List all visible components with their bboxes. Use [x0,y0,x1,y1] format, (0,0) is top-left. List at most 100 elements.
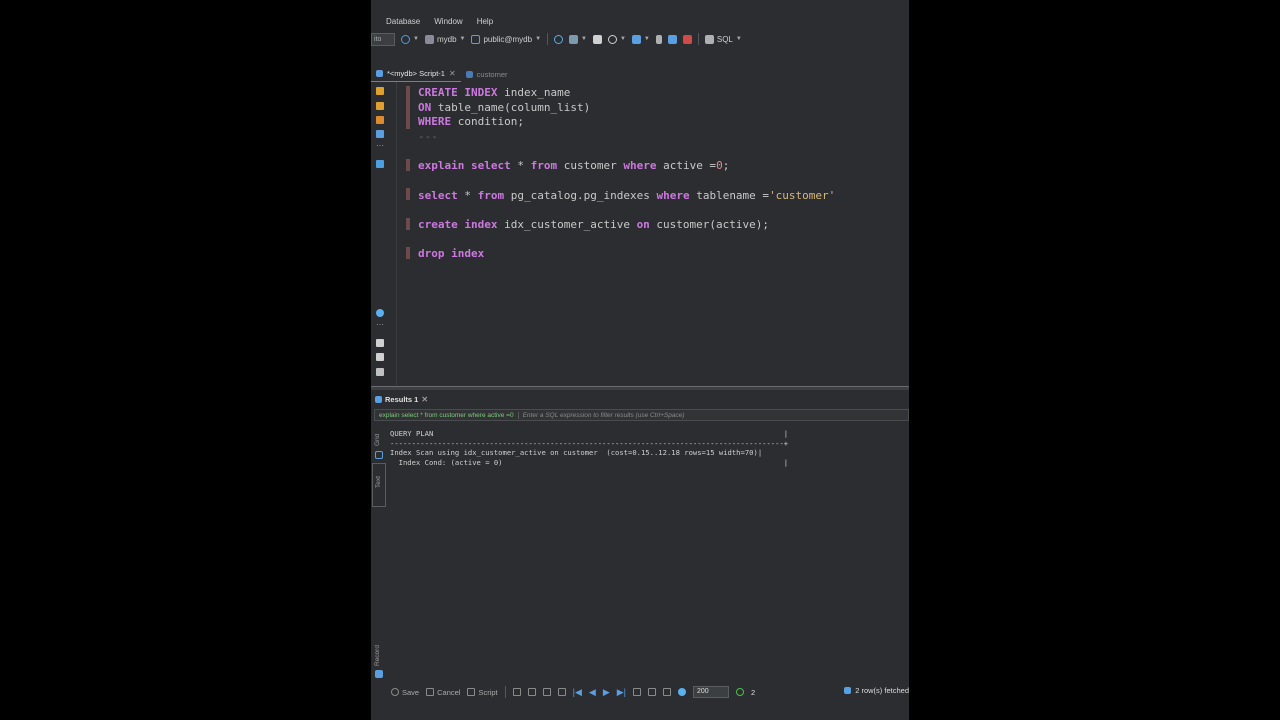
execute-new-tab-icon[interactable] [376,116,384,124]
history-button[interactable]: ▼ [401,34,419,44]
tab-results-1[interactable]: Results 1 ✕ [375,395,428,404]
disconnect-icon [682,34,692,44]
tab-record[interactable]: Record [374,645,381,666]
code-token: from [477,188,505,202]
tools-button[interactable]: ▼ [569,34,587,44]
code-token: ON [418,100,432,114]
export-icon[interactable] [663,688,672,696]
tab-text-frame[interactable]: Text [372,463,386,507]
close-icon[interactable]: ✕ [449,69,456,78]
code-token: idx_customer_active [497,218,637,231]
connect-plug-button[interactable] [667,34,677,44]
refresh-icon[interactable] [633,688,642,696]
menu-database[interactable]: Database [386,17,420,26]
explain-plan-icon[interactable] [376,130,384,138]
panels-icon[interactable] [375,670,383,678]
tab-label: *<mydb> Script-1 [387,69,445,78]
more-icon[interactable]: ··· [376,321,384,331]
settings-icon[interactable] [678,688,687,696]
fetch-size-field[interactable]: 200 [693,686,730,698]
cancel-button[interactable]: Cancel [426,688,460,697]
code-token: condition; [451,115,524,129]
settings-icon[interactable] [376,309,384,317]
tools-icon [569,34,579,44]
connect-plug-icon [667,34,677,44]
sql-icon [704,34,714,44]
code-token: select [418,188,458,202]
clock-icon [401,34,410,44]
script-button[interactable]: Script [467,688,498,697]
tab-grid[interactable]: Grid [374,434,381,446]
delete-row-icon[interactable] [557,688,566,696]
sql-editor[interactable]: ··· ··· CREATE INDEX index_name ON table_… [371,82,909,385]
edit-row-icon[interactable] [512,688,521,696]
execute-script-icon[interactable] [376,102,384,110]
plug-button[interactable] [655,34,662,44]
results-tab-label: Results 1 [385,394,419,404]
code-line[interactable]: ON table_name(column_list) [418,101,590,115]
menu-window[interactable]: Window [434,17,462,26]
result-line: Index Cond: (active = 0) | [390,457,789,467]
last-page-icon[interactable]: ▶| [617,687,626,698]
results-filter[interactable]: explain select * from customer where act… [374,409,909,421]
filter-icon [631,34,641,44]
code-line[interactable]: --- [418,130,438,144]
main-toolbar: ito ▼ mydb ▼ public@mydb ▼ ▼ ▼ ▼ SQL ▼ [371,30,909,48]
sql-editor-button[interactable]: SQL ▼ [704,34,742,44]
filter-button[interactable]: ▼ [631,34,650,44]
tab-label: customer [476,69,508,79]
copy-row-icon[interactable] [542,688,551,696]
code-token: table_name(column_list) [431,100,591,114]
statement-marker [406,159,410,171]
grid-icon[interactable] [375,451,383,459]
code-line[interactable]: explain select * from customer where act… [418,159,729,173]
filter-input[interactable]: Enter a SQL expression to filter results… [517,411,685,419]
commit-button[interactable] [592,34,602,44]
terminal-icon[interactable] [376,160,384,168]
tab-script-1[interactable]: *<mydb> Script-1 ✕ [371,66,461,82]
code-line[interactable]: create index idx_customer_active on cust… [418,218,769,232]
code-line[interactable]: WHERE condition; [418,115,524,129]
results-text-view: QUERY PLAN | ---------------------------… [390,429,788,467]
first-page-icon[interactable]: |◀ [573,687,582,698]
results-icon [375,395,382,403]
tab-customer[interactable]: customer [461,66,513,82]
save-button[interactable]: Save [391,688,419,697]
database-selector[interactable]: mydb ▼ [424,34,465,44]
commit-icon [592,34,602,44]
database-icon [424,34,434,44]
menu-help[interactable]: Help [477,17,493,26]
statement-marker [406,218,410,230]
save-icon [391,688,399,696]
format-icon[interactable] [376,368,384,376]
code-line[interactable]: drop index [418,247,484,261]
previous-page-icon[interactable]: ◀ [589,687,596,698]
add-row-icon[interactable] [527,688,536,696]
next-page-icon[interactable]: ▶ [603,687,610,698]
search-button[interactable]: ▼ [607,34,626,44]
code-line[interactable]: select * from pg_catalog.pg_indexes wher… [418,189,835,203]
execute-statement-icon[interactable] [376,87,384,95]
refresh-auto-icon[interactable] [736,688,745,696]
transaction-mode-field[interactable]: ito [371,32,395,46]
more-icon[interactable]: ··· [376,142,384,152]
export-icon[interactable] [376,353,384,361]
rows-fetched-label: 2 row(s) fetched [855,686,909,695]
close-icon[interactable]: ✕ [421,395,428,404]
schema-icon [471,34,481,44]
connect-button[interactable] [554,34,564,44]
cancel-label: Cancel [437,687,461,697]
results-splitter[interactable] [371,386,909,390]
code-line[interactable]: CREATE INDEX index_name [418,86,570,100]
document-icon[interactable] [376,339,384,347]
code-token: ; [722,159,730,173]
result-line: Index Scan using idx_customer_active on … [390,448,763,457]
tab-text[interactable]: Text [375,476,382,488]
code-token: explain select [418,159,511,173]
code-token: --- [418,129,438,143]
disconnect-button[interactable] [682,34,692,44]
connect-icon [554,34,564,44]
fetch-all-icon[interactable] [648,688,657,696]
schema-selector[interactable]: public@mydb ▼ [471,34,541,44]
code-token: * [457,188,478,202]
